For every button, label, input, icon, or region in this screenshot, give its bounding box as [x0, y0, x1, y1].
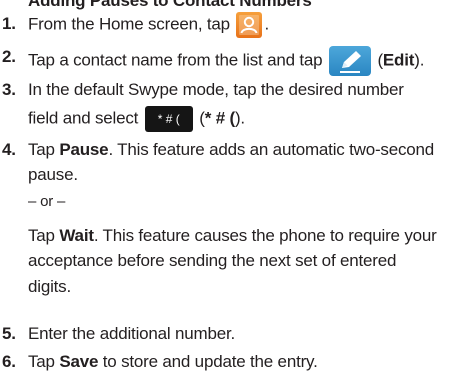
- step-number: 4.: [2, 140, 16, 159]
- step-number: 5.: [2, 324, 16, 343]
- section-heading: Adding Pauses to Contact Numbers: [28, 0, 312, 10]
- step-text: Tap Save to store and update the entry.: [28, 350, 318, 374]
- step-text-before: field and select: [28, 108, 139, 128]
- step-text-line-2: pause.: [28, 165, 78, 184]
- wait-label: Wait: [59, 226, 94, 245]
- step-text-before: Tap: [28, 226, 55, 245]
- step-number: 6.: [2, 352, 16, 371]
- step-number: 1.: [2, 14, 16, 33]
- step-text-before: Tap: [28, 352, 55, 371]
- step-text-line-1: In the default Swype mode, tap the desir…: [28, 80, 404, 99]
- alt-line-3: digits.: [28, 277, 72, 296]
- step-text-before: Tap a contact name from the list and tap: [28, 50, 323, 70]
- step-text-line-2: field and select * # ( (* # ().: [28, 106, 245, 132]
- symbol-key-icon: * # (: [144, 106, 193, 132]
- step-text-line-1: Tap Pause. This feature adds an automati…: [28, 138, 434, 162]
- edit-label: Edit: [382, 50, 415, 70]
- paren-close: ).: [414, 50, 425, 70]
- step-text-after: .: [264, 14, 269, 34]
- step-text: Tap a contact name from the list and tap…: [28, 46, 424, 76]
- pause-label: Pause: [59, 140, 109, 159]
- step-text: Enter the additional number.: [28, 324, 236, 343]
- symbol-label: * # (: [204, 108, 235, 128]
- step-text-after: to store and update the entry.: [102, 352, 318, 371]
- alt-line-1: Tap Wait. This feature causes the phone …: [28, 224, 437, 248]
- paren-close: ).: [234, 108, 245, 128]
- step-text-before: From the Home screen, tap: [28, 14, 230, 34]
- pencil-edit-icon: [328, 46, 371, 76]
- or-separator: – or –: [28, 193, 66, 210]
- save-label: Save: [59, 352, 99, 371]
- alt-line-2: acceptance before sending the next set o…: [28, 251, 397, 270]
- step-text: From the Home screen, tap .: [28, 12, 269, 38]
- contacts-icon: [236, 12, 263, 38]
- step-text-after: . This feature adds an automatic two-sec…: [108, 140, 435, 159]
- step-number: 2.: [2, 47, 16, 66]
- step-number: 3.: [2, 80, 16, 99]
- step-text-before: Tap: [28, 140, 55, 159]
- step-text-after: . This feature causes the phone to requi…: [93, 226, 437, 245]
